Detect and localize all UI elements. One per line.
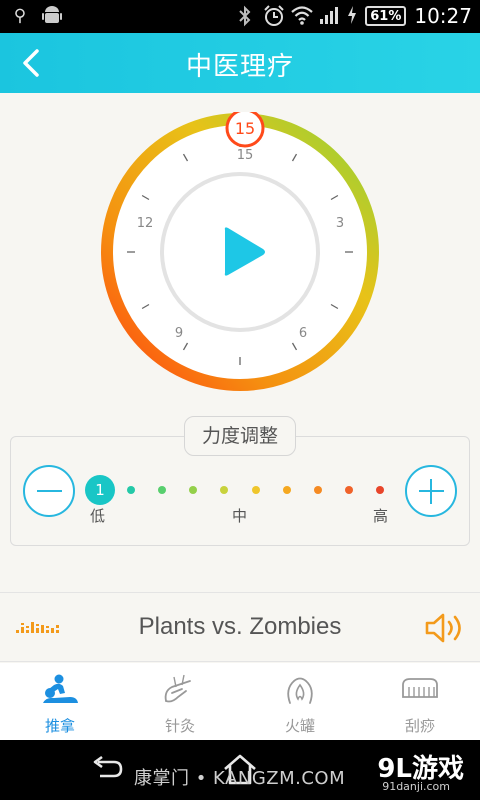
tab-cupping-label: 火罐 xyxy=(284,717,315,735)
mid-label: 中 xyxy=(232,507,248,525)
battery-indicator: 61% xyxy=(365,6,407,26)
tab-cupping[interactable]: 火罐 xyxy=(240,663,360,740)
high-label: 高 xyxy=(373,507,389,525)
clock: 10:27 xyxy=(414,4,472,28)
bluetooth-icon xyxy=(235,5,255,27)
force-level-dot[interactable] xyxy=(313,486,322,494)
tab-acupuncture[interactable]: 针灸 xyxy=(120,663,240,740)
tick-label-9: 9 xyxy=(175,326,183,341)
tab-acupuncture-label: 针灸 xyxy=(164,717,195,735)
nav-back-icon[interactable] xyxy=(90,754,124,784)
timer-dial[interactable]: 15 3 6 9 12 15 xyxy=(100,112,380,392)
signal-icon xyxy=(319,5,339,27)
title-bar: 中医理疗 xyxy=(0,33,480,93)
tab-massage-label: 推拿 xyxy=(44,717,75,735)
force-level-dot[interactable] xyxy=(251,486,260,494)
increase-force-button[interactable] xyxy=(405,465,457,517)
track-title: Plants vs. Zombies xyxy=(138,613,342,640)
scraping-icon xyxy=(402,678,438,698)
timer-value: 15 xyxy=(235,119,255,138)
page-title: 中医理疗 xyxy=(185,52,294,82)
massage-icon xyxy=(43,674,78,703)
force-level-dot[interactable] xyxy=(282,486,291,494)
android-icon xyxy=(42,5,62,27)
decrease-force-button[interactable] xyxy=(23,465,75,517)
tab-scraping[interactable]: 刮痧 xyxy=(360,663,480,740)
site-watermark: 康掌门 • KANGZM.COM xyxy=(134,768,346,789)
status-bar: ⚲ 61% 10:27 xyxy=(0,0,480,33)
low-label: 低 xyxy=(90,507,106,525)
wifi-icon xyxy=(291,5,313,27)
force-level-current[interactable]: 1 xyxy=(85,475,115,505)
tick-label-6: 6 xyxy=(299,326,307,341)
tab-massage[interactable]: 推拿 xyxy=(0,663,120,740)
cupping-icon xyxy=(287,677,313,704)
tick-label-3: 3 xyxy=(336,216,344,231)
tick-label-12: 12 xyxy=(137,216,154,231)
force-panel-title: 力度调整 xyxy=(184,416,296,456)
force-level-dot[interactable] xyxy=(376,486,384,494)
force-level-dot[interactable] xyxy=(344,486,353,494)
tick-label-15: 15 xyxy=(237,148,254,163)
charging-icon xyxy=(347,5,357,27)
now-playing-bar[interactable]: Plants vs. Zombies xyxy=(0,592,480,662)
alarm-icon xyxy=(263,5,284,27)
logo-watermark-url: 91danji.com xyxy=(382,780,450,793)
tab-scraping-label: 刮痧 xyxy=(404,717,435,735)
acupuncture-icon xyxy=(164,674,191,703)
bottom-tab-bar: 推拿 针灸 火罐 刮痧 xyxy=(0,663,480,740)
speaker-icon[interactable] xyxy=(424,611,468,645)
usb-icon: ⚲ xyxy=(13,6,27,26)
